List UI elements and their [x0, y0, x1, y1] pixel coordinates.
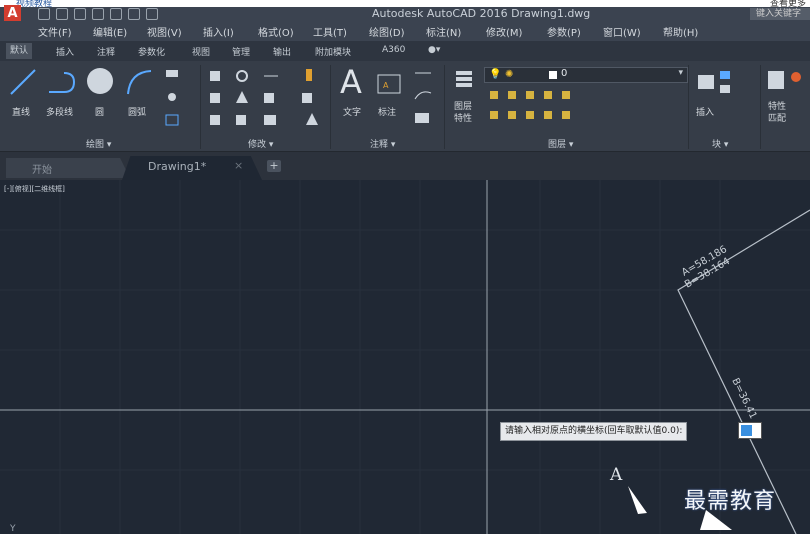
tab-insert[interactable]: 插入: [56, 45, 74, 58]
separator: [200, 65, 201, 149]
annotation-panel-footer[interactable]: 注释 ▾: [370, 137, 395, 150]
text-icon[interactable]: A: [340, 63, 362, 101]
tab-manage[interactable]: 管理: [232, 45, 250, 58]
dimension-text-c: B=36.41: [729, 376, 758, 420]
new-tab-button[interactable]: +: [267, 160, 281, 172]
ucs-icon: Y: [10, 524, 16, 534]
menu-dimension[interactable]: 标注(N): [426, 24, 461, 39]
menu-insert[interactable]: 插入(I): [203, 24, 234, 39]
tab-a360[interactable]: A360: [382, 45, 405, 55]
separator: [330, 65, 331, 149]
layer-tools-icons[interactable]: [486, 87, 596, 129]
match-properties-label[interactable]: 特性 匹配: [768, 101, 786, 125]
layer-properties-label[interactable]: 图层 特性: [454, 101, 472, 125]
close-icon[interactable]: ×: [234, 159, 243, 172]
open-icon[interactable]: [56, 8, 68, 20]
watermark: 最需教育: [684, 489, 777, 514]
tab-more[interactable]: ●▾: [428, 45, 440, 55]
dimension-icon[interactable]: A: [374, 69, 404, 99]
input-cursor: [741, 425, 752, 436]
layer-dropdown[interactable]: 💡 ✺ 0 ▾: [484, 67, 688, 83]
menu-draw[interactable]: 绘图(D): [369, 24, 405, 39]
point-label: A: [609, 465, 623, 485]
drawing-svg: A=58.186 B=38.164 B=36.41 A: [0, 180, 810, 534]
circle-label[interactable]: 圆: [95, 105, 104, 118]
arc-icon[interactable]: [124, 67, 154, 97]
title-bar: Autodesk AutoCAD 2016 Drawing1.dwg 键入关键字: [0, 7, 810, 21]
annotation-extra-icons[interactable]: [411, 69, 437, 127]
autocad-logo[interactable]: A: [4, 5, 21, 22]
menu-help[interactable]: 帮助(H): [663, 24, 698, 39]
separator: [444, 65, 445, 149]
tab-start[interactable]: 开始: [6, 158, 130, 178]
quick-access-toolbar: [38, 7, 158, 21]
circle-icon[interactable]: [85, 66, 115, 96]
insert-block-icon[interactable]: [694, 67, 744, 103]
menu-modify[interactable]: 修改(M): [486, 24, 522, 39]
ribbon: 直线 多段线 圆 圆弧 绘图 ▾ 修改 ▾ A 文字 A 标注 注释 ▾ 图层 …: [0, 61, 810, 152]
menu-format[interactable]: 格式(O): [258, 24, 294, 39]
separator: [760, 65, 761, 149]
cursor-arrow-icon: [628, 486, 647, 514]
tab-parametric[interactable]: 参数化: [138, 45, 165, 58]
polyline-icon[interactable]: [46, 67, 78, 97]
layer-properties-icon[interactable]: [452, 67, 482, 97]
text-label[interactable]: 文字: [343, 105, 361, 118]
draw-extra-icons[interactable]: [163, 67, 191, 133]
tab-output[interactable]: 输出: [273, 45, 291, 58]
modify-tools-icons[interactable]: [206, 67, 326, 133]
menu-bar: 文件(F) 编辑(E) 视图(V) 插入(I) 格式(O) 工具(T) 绘图(D…: [0, 21, 810, 41]
ribbon-tab-bar: 默认 插入 注释 参数化 视图 管理 输出 附加模块 A360 ●▾: [0, 41, 810, 61]
tab-start-label: 开始: [32, 165, 52, 176]
layer-value: 0: [561, 68, 568, 79]
menu-view[interactable]: 视图(V): [147, 24, 182, 39]
document-tabs: 开始 Drawing1* × +: [0, 152, 810, 180]
save-icon[interactable]: [74, 8, 86, 20]
save-as-icon[interactable]: [92, 8, 104, 20]
grid: [0, 180, 810, 534]
dimension-label[interactable]: 标注: [378, 105, 396, 118]
draw-panel-footer[interactable]: 绘图 ▾: [86, 137, 111, 150]
lightbulb-icon: 💡: [489, 69, 502, 80]
chevron-down-icon: ▾: [678, 68, 683, 78]
tab-default[interactable]: 默认: [6, 43, 33, 59]
app-title: Autodesk AutoCAD 2016 Drawing1.dwg: [372, 7, 591, 20]
svg-text:A: A: [383, 81, 389, 90]
tab-drawing1[interactable]: Drawing1* ×: [122, 156, 262, 180]
print-icon[interactable]: [110, 8, 122, 20]
modify-panel-footer[interactable]: 修改 ▾: [248, 137, 273, 150]
separator: [688, 65, 689, 149]
tab-view[interactable]: 视图: [192, 45, 210, 58]
new-icon[interactable]: [38, 8, 50, 20]
sun-icon: ✺: [505, 69, 514, 80]
tab-addins[interactable]: 附加模块: [315, 45, 351, 58]
search-field[interactable]: 键入关键字: [750, 8, 810, 20]
tab-drawing1-label: Drawing1*: [148, 160, 207, 173]
menu-edit[interactable]: 编辑(E): [93, 24, 127, 39]
menu-parametric[interactable]: 参数(P): [547, 24, 581, 39]
menu-window[interactable]: 窗口(W): [603, 24, 641, 39]
line-label[interactable]: 直线: [12, 105, 30, 118]
menu-tools[interactable]: 工具(T): [313, 24, 347, 39]
undo-icon[interactable]: [128, 8, 140, 20]
top-strip: 视频教程 查看更多: [0, 0, 810, 9]
block-panel-footer[interactable]: 块 ▾: [712, 137, 728, 150]
match-properties-icon[interactable]: [764, 67, 804, 103]
menu-file[interactable]: 文件(F): [38, 24, 72, 39]
insert-label[interactable]: 插入: [696, 105, 714, 118]
command-input-field[interactable]: [738, 422, 762, 439]
tab-annotate[interactable]: 注释: [97, 45, 115, 58]
viewport-controls[interactable]: [-][俯视][二维线框]: [4, 184, 65, 194]
polyline-label[interactable]: 多段线: [46, 105, 73, 118]
command-prompt: 请输入相对原点的横坐标(回车取默认值0.0):: [500, 422, 688, 441]
redo-icon[interactable]: [146, 8, 158, 20]
drawing-canvas[interactable]: A=58.186 B=38.164 B=36.41 A [-][俯视][二维线框…: [0, 180, 810, 534]
layer-color-swatch: [549, 71, 557, 79]
layers-panel-footer[interactable]: 图层 ▾: [548, 137, 573, 150]
arc-label[interactable]: 圆弧: [128, 105, 146, 118]
line-icon[interactable]: [8, 67, 38, 97]
